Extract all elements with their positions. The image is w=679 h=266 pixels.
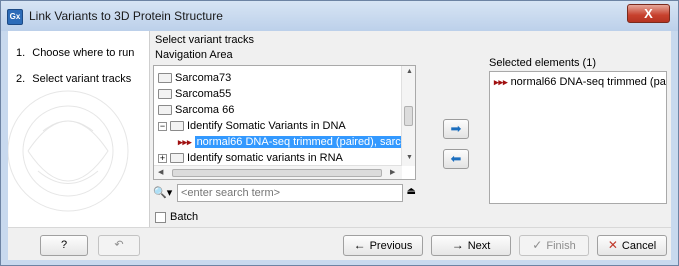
add-to-selected-button[interactable]: ➡	[443, 119, 469, 139]
selected-elements-label: Selected elements (1)	[489, 57, 596, 69]
remove-from-selected-button[interactable]: ⬅	[443, 149, 469, 169]
step-label: Choose where to run	[32, 47, 135, 59]
scroll-up-icon[interactable]: ▲	[406, 68, 413, 75]
checkmark-icon: ✓	[532, 238, 543, 252]
dialog-window: Gx Link Variants to 3D Protein Structure…	[0, 0, 679, 266]
arrow-right-icon: →	[451, 238, 464, 252]
selected-elements-list[interactable]: ▸▸▸normal66 DNA-seq trimmed (paired)...	[489, 71, 667, 204]
wizard-footer: ? ↶ ← Previous → Next ✓ Finish ✕ Cancel	[8, 227, 671, 260]
scroll-thumb[interactable]	[404, 106, 413, 126]
scroll-down-icon[interactable]: ▼	[406, 154, 413, 161]
search-bar: 🔍▾ ⏏	[153, 184, 416, 202]
search-input[interactable]	[177, 184, 403, 202]
reset-button[interactable]: ↶	[98, 235, 140, 256]
window-title: Link Variants to 3D Protein Structure	[29, 9, 223, 23]
help-button[interactable]: ?	[40, 235, 88, 256]
section-heading: Select variant tracks	[155, 34, 255, 46]
step-choose-where-to-run: 1. Choose where to run	[16, 47, 134, 59]
scroll-thumb[interactable]	[172, 169, 382, 177]
expand-toggle[interactable]: +	[158, 153, 167, 163]
clear-search-icon[interactable]: ⏏	[407, 186, 416, 197]
close-icon: ✕	[607, 238, 618, 252]
folder-open-icon	[158, 105, 172, 116]
batch-option[interactable]: Batch	[155, 211, 198, 223]
scroll-right-icon[interactable]: ▶	[390, 168, 395, 176]
vertical-scrollbar[interactable]: ▲ ▼	[401, 66, 415, 166]
app-icon: Gx	[7, 9, 23, 25]
title-bar[interactable]: Gx Link Variants to 3D Protein Structure…	[1, 1, 678, 31]
dialog-client: 1. Choose where to run 2. Select variant…	[8, 31, 671, 260]
wizard-steps-panel: 1. Choose where to run 2. Select variant…	[8, 31, 150, 227]
navigation-area-label: Navigation Area	[155, 49, 233, 61]
tree-item-identify-somatic-rna[interactable]: + Identify somatic variants in RNA	[158, 150, 343, 166]
tree-item-sarcoma66[interactable]: Sarcoma 66	[158, 102, 234, 118]
tree-item-identify-somatic-dna[interactable]: − Identify Somatic Variants in DNA	[158, 118, 346, 134]
search-icon[interactable]: 🔍▾	[153, 186, 172, 199]
decorative-watermark	[8, 90, 129, 212]
next-button[interactable]: → Next	[431, 235, 511, 256]
tree-item-normal66-variant-track[interactable]: ▸▸▸ normal66 DNA-seq trimmed (paired), sa…	[178, 134, 415, 150]
folder-icon	[158, 73, 172, 84]
horizontal-scrollbar[interactable]: ◀ ▶	[154, 165, 402, 179]
variant-track-icon: ▸▸▸	[178, 137, 192, 148]
tree-item-sarcoma55[interactable]: Sarcoma55	[158, 86, 231, 102]
step-number: 1.	[16, 47, 26, 59]
previous-button[interactable]: ← Previous	[343, 235, 423, 256]
variant-track-icon: ▸▸▸	[494, 77, 508, 88]
navigation-tree[interactable]: Sarcoma73 Sarcoma55 Sarcoma 66 − Identify…	[153, 65, 416, 180]
tree-item-sarcoma73[interactable]: Sarcoma73	[158, 70, 231, 86]
arrow-left-icon: ←	[353, 238, 366, 252]
cancel-button[interactable]: ✕ Cancel	[597, 235, 667, 256]
batch-checkbox[interactable]	[155, 211, 166, 223]
close-button[interactable]: X	[627, 4, 670, 23]
folder-icon	[170, 153, 184, 164]
selected-item[interactable]: ▸▸▸normal66 DNA-seq trimmed (paired)...	[494, 74, 666, 90]
folder-icon	[158, 89, 172, 100]
folder-icon	[170, 121, 184, 132]
finish-button[interactable]: ✓ Finish	[519, 235, 589, 256]
scroll-left-icon[interactable]: ◀	[158, 168, 163, 176]
content-panel: Select variant tracks Navigation Area Sa…	[151, 31, 671, 227]
collapse-toggle[interactable]: −	[158, 121, 167, 131]
batch-label: Batch	[170, 211, 199, 223]
